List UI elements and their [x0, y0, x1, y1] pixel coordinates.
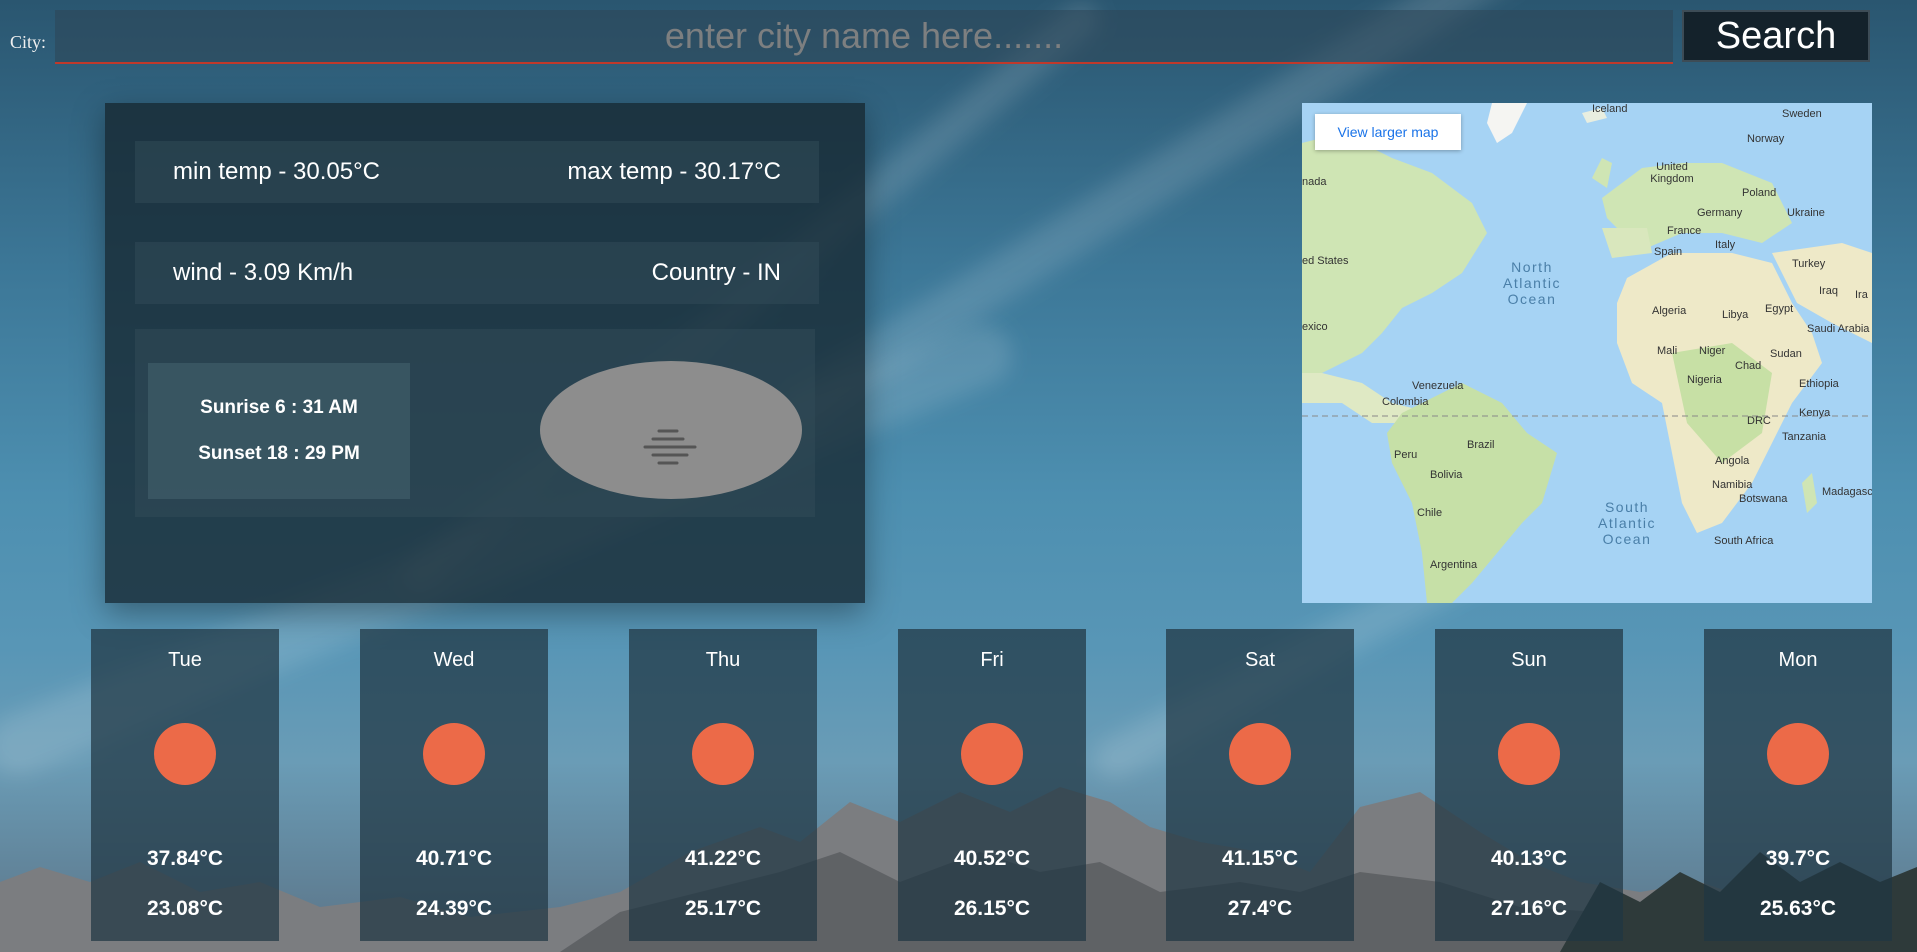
forecast-day: Tue [168, 649, 202, 671]
forecast-min-temp: 27.4°C [1227, 897, 1293, 920]
map-label-uk: United Kingdom [1650, 161, 1694, 185]
forecast-min-temp: 27.16°C [1490, 897, 1568, 920]
map-label-egypt: Egypt [1765, 303, 1794, 315]
map-label-madagascar: Madagasca [1822, 486, 1872, 498]
map-label-saudi-arabia: Saudi Arabia [1807, 323, 1870, 335]
map-label-libya: Libya [1722, 309, 1749, 321]
map-label-algeria: Algeria [1652, 305, 1687, 317]
map-label-sudan: Sudan [1770, 348, 1802, 360]
map-label-drc: DRC [1747, 415, 1771, 427]
map-label-nigeria: Nigeria [1687, 374, 1722, 386]
forecast-day: Wed [433, 649, 475, 671]
map-label-angola: Angola [1715, 455, 1750, 467]
forecast-day: Thu [705, 649, 741, 671]
map-label-tanzania: Tanzania [1782, 431, 1827, 443]
forecast-card: Fri 40.52°C 26.15°C [898, 629, 1086, 941]
sun-icon [1229, 723, 1291, 785]
city-label: City: [10, 32, 47, 52]
map-label-bolivia: Bolivia [1430, 469, 1463, 481]
sun-icon [1498, 723, 1560, 785]
map-label-iceland: Iceland [1592, 103, 1628, 115]
forecast-max-temp: 40.71°C [415, 847, 493, 870]
forecast-card: Thu 41.22°C 25.17°C [629, 629, 817, 941]
map-label-germany: Germany [1697, 207, 1743, 219]
min-temp: min temp - 30.05°C [173, 158, 381, 185]
max-temp: max temp - 30.17°C [567, 158, 781, 185]
map-label-niger: Niger [1699, 345, 1726, 357]
forecast-card: Mon 39.7°C 25.63°C [1704, 629, 1892, 941]
weather-condition-badge [540, 361, 802, 499]
sun-icon [692, 723, 754, 785]
map-label-norway: Norway [1747, 133, 1785, 145]
map-label-venezuela: Venezuela [1412, 380, 1464, 392]
forecast-min-temp: 23.08°C [146, 897, 224, 920]
map-label-france: France [1667, 225, 1702, 237]
map-label-turkey: Turkey [1792, 258, 1826, 270]
mist-icon [643, 429, 697, 465]
wind-speed: wind - 3.09 Km/h [173, 259, 354, 286]
sun-icon [154, 723, 216, 785]
map-label-namibia: Namibia [1712, 479, 1753, 491]
map-label-mali: Mali [1657, 345, 1678, 357]
forecast-min-temp: 25.63°C [1759, 897, 1837, 920]
sun-icon [1767, 723, 1829, 785]
forecast-card: Sun 40.13°C 27.16°C [1435, 629, 1623, 941]
city-search-input[interactable] [55, 10, 1673, 64]
current-weather-panel: min temp - 30.05°C max temp - 30.17°C wi… [105, 103, 865, 603]
forecast-max-temp: 41.15°C [1221, 847, 1299, 870]
map-label-colombia: Colombia [1382, 396, 1429, 408]
map-label-ukraine: Ukraine [1787, 207, 1825, 219]
temperature-row: min temp - 30.05°C max temp - 30.17°C [135, 141, 819, 203]
map-label-kenya: Kenya [1799, 407, 1831, 419]
sun-times-section: Sunrise 6 : 31 AM Sunset 18 : 29 PM [135, 329, 815, 517]
forecast-max-temp: 41.22°C [684, 847, 762, 870]
forecast-day: Sat [1244, 649, 1276, 671]
forecast-min-temp: 24.39°C [415, 897, 493, 920]
map-label-south-africa: South Africa [1714, 535, 1774, 547]
country-code: Country - IN [651, 259, 781, 286]
map-label-argentina: Argentina [1430, 559, 1478, 571]
forecast-max-temp: 39.7°C [1765, 847, 1831, 870]
map-label-brazil: Brazil [1467, 439, 1495, 451]
sunrise-time: Sunrise 6 : 31 AM [200, 397, 358, 418]
forecast-min-temp: 26.15°C [953, 897, 1031, 920]
forecast-max-temp: 40.13°C [1490, 847, 1568, 870]
map-label-chad: Chad [1735, 360, 1762, 372]
forecast-card: Tue 37.84°C 23.08°C [91, 629, 279, 941]
view-larger-map-link[interactable]: View larger map [1315, 114, 1461, 150]
sun-icon [423, 723, 485, 785]
forecast-day: Fri [980, 649, 1004, 671]
forecast-day: Mon [1778, 649, 1818, 671]
map-label-canada: nada [1302, 176, 1327, 188]
map-label-botswana: Botswana [1739, 493, 1788, 505]
map-label-iraq: Iraq [1819, 285, 1838, 297]
map-label-chile: Chile [1417, 507, 1443, 519]
forecast-max-temp: 37.84°C [146, 847, 224, 870]
sunrise-sunset-box: Sunrise 6 : 31 AM Sunset 18 : 29 PM [148, 363, 410, 499]
map-label-sweden: Sweden [1782, 108, 1822, 120]
forecast-day: Sun [1511, 649, 1547, 671]
map-label-north-atlantic: North Atlantic Ocean [1503, 259, 1561, 307]
forecast-max-temp: 40.52°C [953, 847, 1031, 870]
map-label-poland: Poland [1742, 187, 1777, 199]
sun-icon [961, 723, 1023, 785]
location-map[interactable]: View larger map Iceland Sweden Norway Un… [1302, 103, 1872, 603]
map-label-spain: Spain [1654, 246, 1683, 258]
sunset-time: Sunset 18 : 29 PM [198, 443, 360, 464]
map-label-mexico: exico [1302, 321, 1328, 333]
forecast-min-temp: 25.17°C [684, 897, 762, 920]
map-label-peru: Peru [1394, 449, 1418, 461]
map-label-iran: Ira [1855, 289, 1868, 301]
wind-country-row: wind - 3.09 Km/h Country - IN [135, 242, 819, 304]
map-label-ethiopia: Ethiopia [1799, 378, 1839, 390]
search-button[interactable]: Search [1682, 10, 1870, 62]
map-label-united-states: ed States [1302, 255, 1349, 267]
forecast-card: Wed 40.71°C 24.39°C [360, 629, 548, 941]
map-label-italy: Italy [1715, 239, 1736, 251]
map-label-south-atlantic: South Atlantic Ocean [1598, 499, 1656, 547]
forecast-card: Sat 41.15°C 27.4°C [1166, 629, 1354, 941]
